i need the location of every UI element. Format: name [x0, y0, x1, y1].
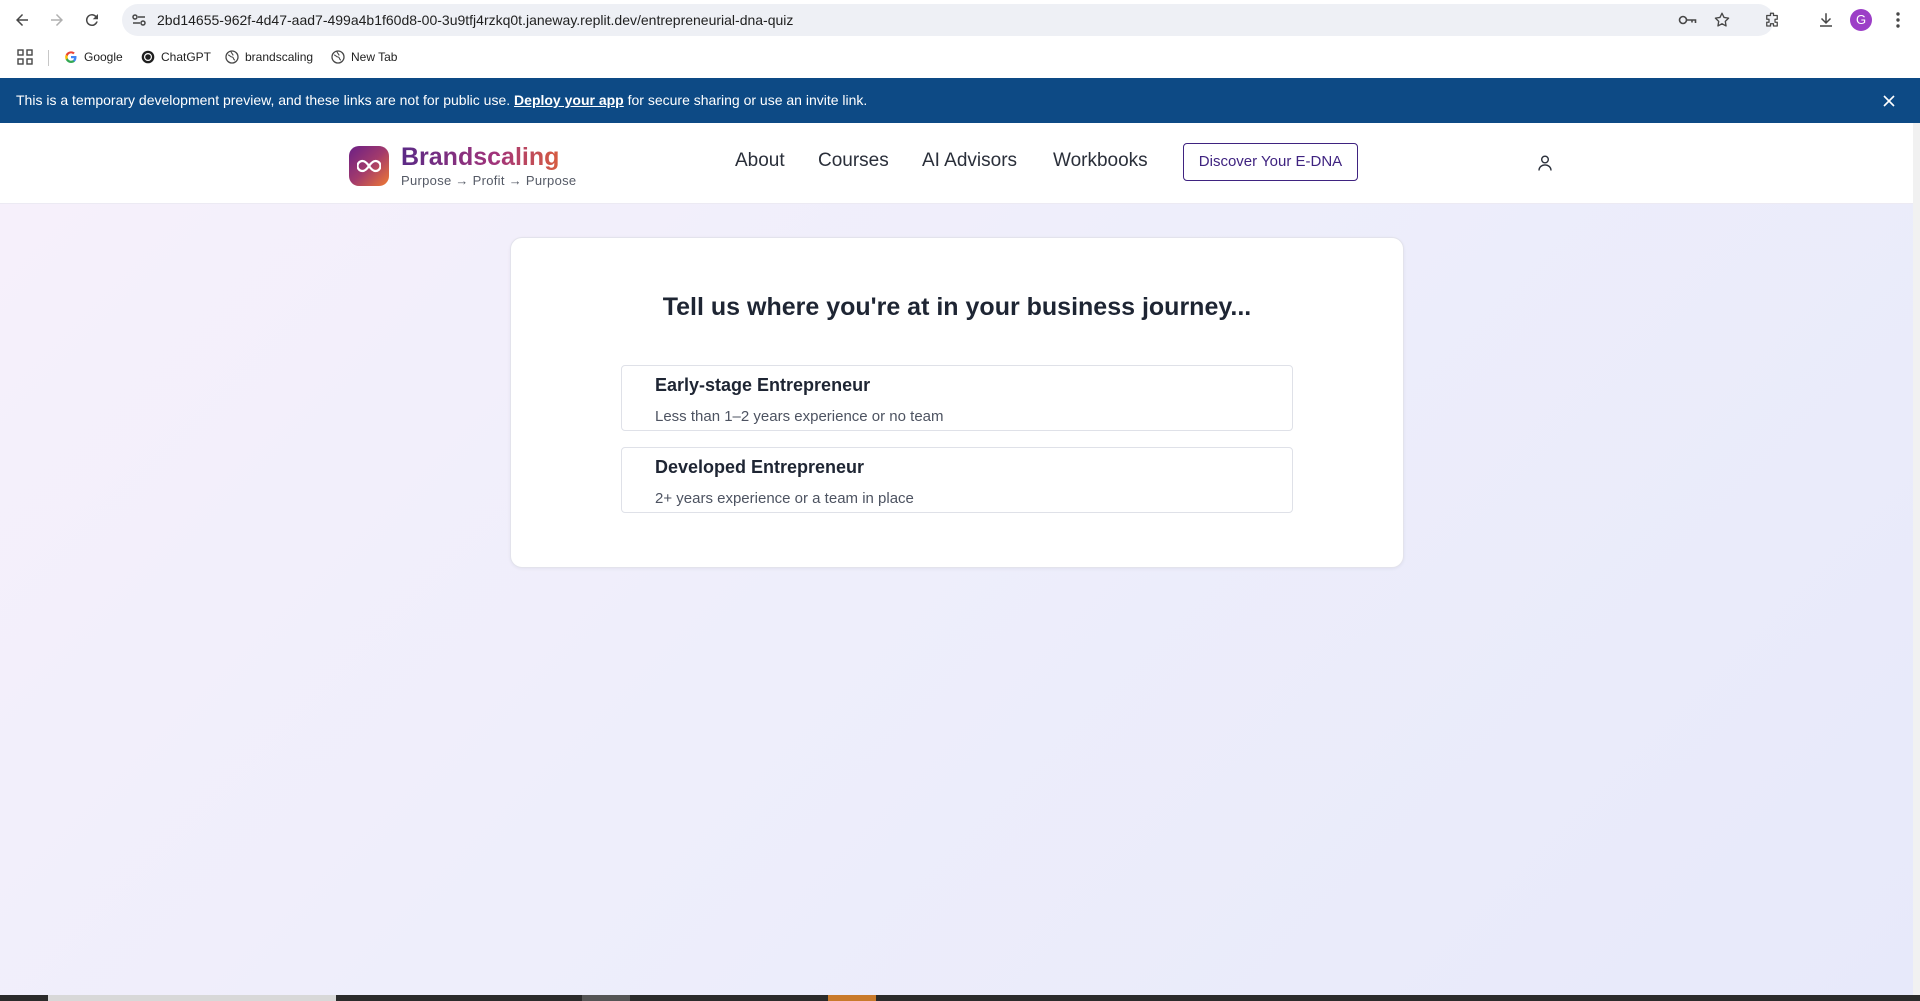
dev-banner-text-after: for secure sharing or use an invite link…: [627, 92, 868, 108]
option-description: Less than 1–2 years experience or no tea…: [655, 408, 944, 425]
taskbar-item[interactable]: [582, 995, 630, 1001]
address-bar[interactable]: 2bd14655-962f-4d47-aad7-499a4b1f60d8-00-…: [122, 4, 1774, 36]
nav-ai-advisors[interactable]: AI Advisors: [922, 150, 1017, 172]
taskbar-item[interactable]: [48, 995, 336, 1001]
nav-about[interactable]: About: [735, 150, 785, 172]
nav-courses[interactable]: Courses: [818, 150, 889, 172]
quiz-question-title: Tell us where you're at in your business…: [662, 293, 1252, 321]
profile-avatar[interactable]: G: [1850, 9, 1872, 31]
option-title: Developed Entrepreneur: [655, 457, 865, 477]
dev-banner-text: This is a temporary development preview,…: [16, 92, 511, 108]
taskbar-item[interactable]: [828, 995, 876, 1001]
arrow-left-icon: [16, 14, 28, 26]
globe-icon: [331, 50, 345, 64]
forward-button[interactable]: [43, 7, 71, 33]
dev-preview-banner: This is a temporary development preview,…: [0, 78, 1920, 123]
bookmark-chatgpt[interactable]: ChatGPT: [141, 45, 211, 69]
reload-button[interactable]: [78, 7, 106, 33]
apps-grid-icon[interactable]: [17, 49, 33, 65]
arrow-right-icon: [51, 14, 63, 26]
deploy-app-link[interactable]: Deploy your app: [514, 92, 624, 108]
option-title: Early-stage Entrepreneur: [655, 375, 871, 395]
nav-workbooks[interactable]: Workbooks: [1053, 150, 1148, 172]
bookmark-brandscaling[interactable]: brandscaling: [225, 45, 313, 69]
bookmark-new-tab[interactable]: New Tab: [331, 45, 397, 69]
brand-tagline: Purpose → Profit → Purpose: [401, 173, 577, 188]
user-account-icon[interactable]: [1535, 153, 1555, 173]
reload-icon: [85, 14, 98, 27]
infinity-logo-icon: [349, 146, 389, 186]
kebab-menu-icon[interactable]: [1886, 8, 1910, 32]
browser-toolbar: 2bd14655-962f-4d47-aad7-499a4b1f60d8-00-…: [0, 0, 1920, 39]
dev-banner-message: This is a temporary development preview,…: [16, 78, 867, 123]
bookmark-label: ChatGPT: [161, 50, 212, 64]
bookmarks-divider: [48, 50, 49, 66]
brand-home-link[interactable]: Brandscaling Purpose → Profit → Purpose: [349, 143, 576, 189]
download-icon[interactable]: [1814, 8, 1838, 32]
bookmark-google[interactable]: Google: [64, 45, 123, 69]
option-description: 2+ years experience or a team in place: [655, 490, 914, 507]
option-developed[interactable]: Developed Entrepreneur 2+ years experien…: [621, 447, 1293, 513]
taskbar: [0, 995, 1920, 1001]
site-info-icon[interactable]: [130, 11, 148, 29]
back-button[interactable]: [8, 7, 36, 33]
url-text[interactable]: 2bd14655-962f-4d47-aad7-499a4b1f60d8-00-…: [157, 4, 793, 36]
extensions-icon[interactable]: [1760, 8, 1784, 32]
password-key-icon[interactable]: [1677, 10, 1699, 30]
quiz-card: Tell us where you're at in your business…: [510, 237, 1404, 568]
bookmark-label: New Tab: [351, 50, 398, 64]
scrollbar[interactable]: [1913, 123, 1920, 995]
brand-name: Brandscaling: [401, 143, 576, 171]
discover-edna-button[interactable]: Discover Your E-DNA: [1183, 143, 1358, 181]
chatgpt-icon: [141, 50, 155, 64]
close-icon: [1883, 95, 1895, 107]
bookmark-label: Google: [84, 50, 123, 64]
google-icon: [64, 50, 78, 64]
globe-icon: [225, 50, 239, 64]
site-header: Brandscaling Purpose → Profit → Purpose …: [0, 123, 1913, 204]
bookmark-star-icon[interactable]: [1711, 10, 1733, 30]
bookmarks-bar: Google ChatGPT brandscaling New Tab: [0, 39, 1920, 76]
close-banner-button[interactable]: [1878, 90, 1900, 112]
bookmark-label: brandscaling: [245, 50, 314, 64]
option-early-stage[interactable]: Early-stage Entrepreneur Less than 1–2 y…: [621, 365, 1293, 431]
